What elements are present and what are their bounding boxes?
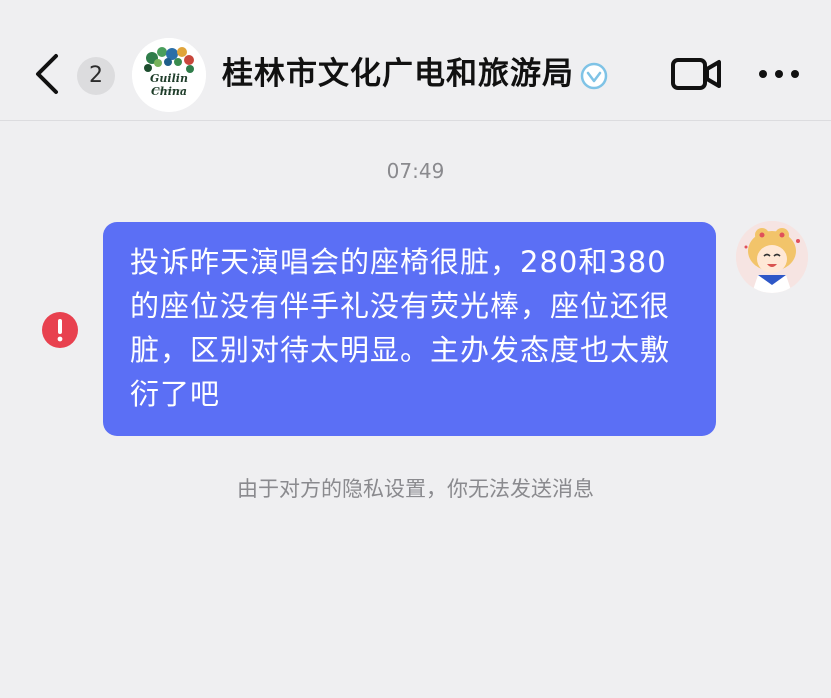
contact-avatar[interactable]: Guilin China — [132, 38, 206, 112]
verified-icon — [580, 62, 608, 90]
my-avatar[interactable] — [736, 221, 808, 293]
chat-header: 2 Guilin China 桂林市文化广电和旅游局 — [0, 0, 831, 121]
chevron-left-icon — [36, 54, 58, 94]
more-options-button[interactable] — [757, 63, 801, 85]
back-button[interactable] — [30, 52, 66, 96]
privacy-notice: 由于对方的隐私设置，你无法发送消息 — [237, 477, 594, 501]
avatar-logo-text: Guilin China — [150, 72, 188, 98]
message-bubble[interactable]: 投诉昨天演唱会的座椅很脏，280和380的座位没有伴手礼没有荧光棒，座位还很脏，… — [103, 222, 716, 436]
message-timestamp: 07:49 — [386, 159, 445, 183]
unread-count-badge[interactable]: 2 — [77, 57, 115, 95]
chat-screen: 2 Guilin China 桂林市文化广电和旅游局 07:49 投诉昨天演唱会… — [0, 0, 831, 698]
video-call-button[interactable] — [670, 56, 722, 92]
chat-title: 桂林市文化广电和旅游局 — [222, 56, 574, 92]
video-camera-icon — [671, 58, 721, 90]
more-dots-icon — [759, 70, 799, 78]
anime-avatar-icon — [736, 221, 808, 293]
send-failed-icon[interactable] — [41, 311, 79, 349]
